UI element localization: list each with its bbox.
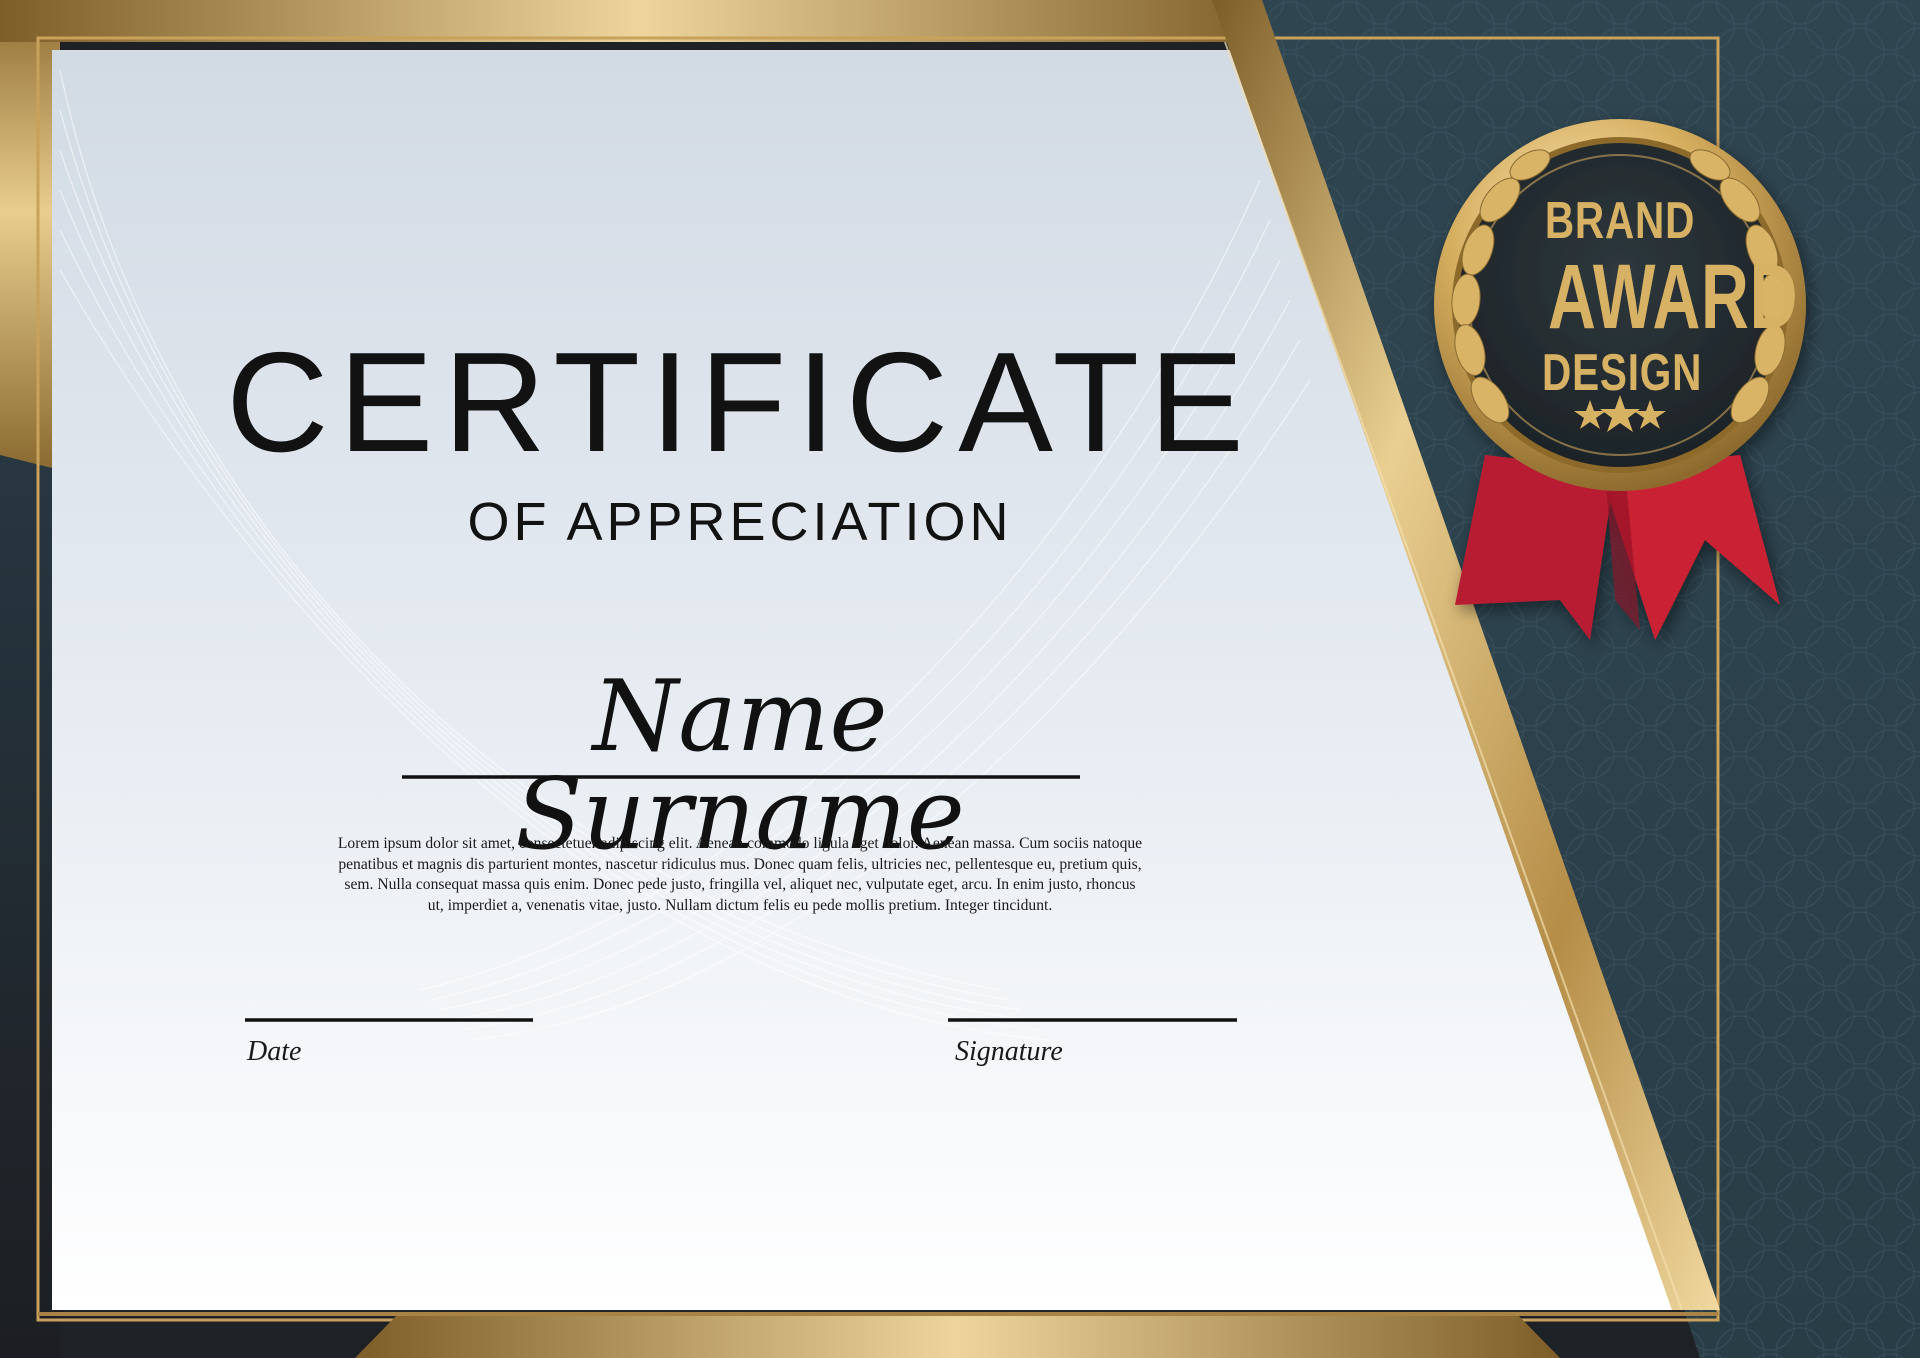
signature-label: Signature xyxy=(955,1036,1063,1067)
award-badge-text: BRAND AWARD DESIGN xyxy=(1520,192,1799,402)
badge-line-brand: BRAND xyxy=(1544,192,1696,250)
certificate-subtitle: OF APPRECIATION xyxy=(467,492,1013,552)
date-label: Date xyxy=(247,1036,302,1067)
certificate: CERTIFICATE OF APPRECIATION Name Surname… xyxy=(0,0,1920,1358)
certificate-title: CERTIFICATE xyxy=(226,323,1254,482)
certificate-body-text: Lorem ipsum dolor sit amet, consectetuer… xyxy=(337,835,1143,914)
badge-line-award: AWARD xyxy=(1548,246,1799,348)
badge-line-design: DESIGN xyxy=(1542,344,1703,402)
